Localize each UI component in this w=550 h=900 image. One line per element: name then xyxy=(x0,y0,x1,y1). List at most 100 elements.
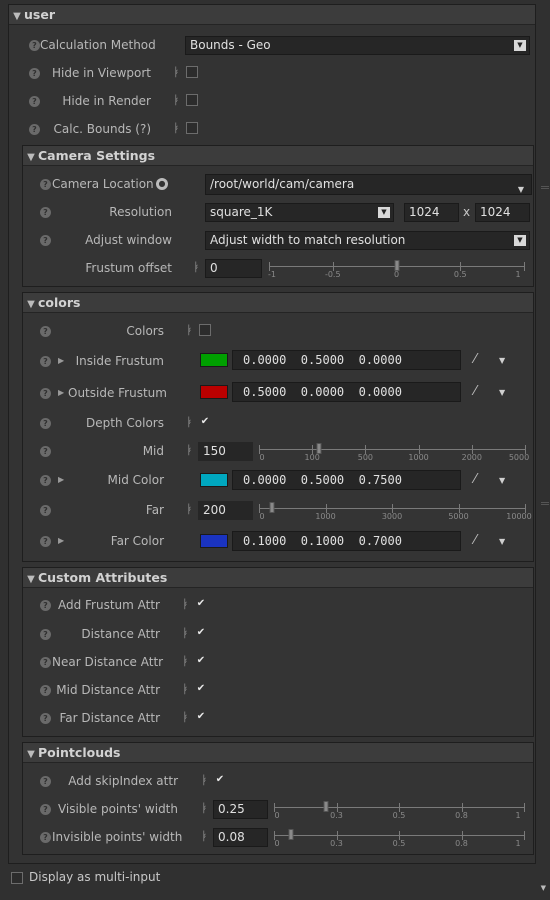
far-color-value[interactable]: 0.1000 0.1000 0.7000 xyxy=(232,531,461,551)
animation-key-icon[interactable]: ᛓ xyxy=(201,801,213,816)
pointclouds-header[interactable]: ▼ Pointclouds xyxy=(23,743,533,763)
colors-checkbox[interactable] xyxy=(199,324,211,336)
animation-key-icon[interactable]: ᛓ xyxy=(182,626,194,641)
slider-handle[interactable] xyxy=(288,829,294,840)
inside-frustum-value[interactable]: 0.0000 0.5000 0.0000 xyxy=(232,350,461,370)
colors-section-header[interactable]: ▼ colors xyxy=(23,293,533,313)
mid-distance-attr-checkbox[interactable]: ✔ xyxy=(195,683,207,695)
help-icon[interactable]: ? xyxy=(40,685,51,696)
frustum-offset-slider[interactable]: -1 -0.5 0 0.5 1 xyxy=(268,259,525,279)
inside-frustum-swatch[interactable] xyxy=(200,353,228,367)
animation-key-icon[interactable]: ᛓ xyxy=(173,121,185,136)
slider-handle[interactable] xyxy=(394,260,399,271)
color-picker-icon[interactable]: ⁄ xyxy=(474,533,476,548)
color-picker-icon[interactable]: ⁄ xyxy=(474,472,476,487)
help-icon[interactable]: ? xyxy=(40,418,51,429)
scrollbar-grip[interactable] xyxy=(541,186,549,189)
hide-render-checkbox[interactable] xyxy=(186,94,198,106)
animation-key-icon[interactable]: ᛓ xyxy=(182,654,194,669)
slider-track[interactable] xyxy=(259,449,525,450)
color-picker-icon[interactable]: ⁄ xyxy=(474,352,476,367)
near-distance-attr-checkbox[interactable]: ✔ xyxy=(195,655,207,667)
help-icon[interactable]: ? xyxy=(29,124,40,135)
color-picker-icon[interactable]: ⁄ xyxy=(474,384,476,399)
animation-key-icon[interactable]: ᛓ xyxy=(201,829,213,844)
mid-field[interactable]: 150 xyxy=(198,442,253,461)
outside-frustum-value[interactable]: 0.5000 0.0000 0.0000 xyxy=(232,382,461,402)
animation-key-icon[interactable]: ᛓ xyxy=(186,323,198,338)
collapse-triangle-icon[interactable]: ▼ xyxy=(24,295,38,315)
visible-points-width-field[interactable]: 0.25 xyxy=(213,800,268,819)
expand-triangle-icon[interactable]: ▶ xyxy=(58,536,64,545)
calc-bounds-checkbox[interactable] xyxy=(186,122,198,134)
help-icon[interactable]: ? xyxy=(40,179,51,190)
help-icon[interactable]: ? xyxy=(40,505,51,516)
depth-colors-checkbox[interactable]: ✔ xyxy=(199,416,211,428)
far-slider[interactable]: 0 1000 3000 5000 10000 xyxy=(259,501,532,521)
animation-key-icon[interactable]: ᛓ xyxy=(173,65,185,80)
outside-frustum-swatch[interactable] xyxy=(200,385,228,399)
hide-viewport-checkbox[interactable] xyxy=(186,66,198,78)
far-color-swatch[interactable] xyxy=(200,534,228,548)
help-icon[interactable]: ? xyxy=(40,446,51,457)
dropdown-arrow-icon[interactable]: ▼ xyxy=(499,537,505,546)
mid-color-swatch[interactable] xyxy=(200,473,228,487)
collapse-triangle-icon[interactable]: ▼ xyxy=(24,570,38,590)
scroll-down-icon[interactable]: ▼ xyxy=(541,884,546,892)
expand-triangle-icon[interactable]: ▶ xyxy=(58,356,64,365)
help-icon[interactable]: ? xyxy=(40,629,51,640)
help-icon[interactable]: ? xyxy=(40,207,51,218)
slider-handle[interactable] xyxy=(269,502,275,513)
help-icon[interactable]: ? xyxy=(40,804,51,815)
animation-key-icon[interactable]: ᛓ xyxy=(186,502,198,517)
far-field[interactable]: 200 xyxy=(198,501,253,520)
animation-key-icon[interactable]: ᛓ xyxy=(201,773,213,788)
animation-key-icon[interactable]: ᛓ xyxy=(186,415,198,430)
help-icon[interactable]: ? xyxy=(40,356,51,367)
invisible-points-width-slider[interactable]: 0 0.3 0.5 0.8 1 xyxy=(274,828,525,848)
help-icon[interactable]: ? xyxy=(29,96,40,107)
link-icon[interactable]: ● xyxy=(156,178,168,190)
far-distance-attr-checkbox[interactable]: ✔ xyxy=(195,711,207,723)
help-icon[interactable]: ? xyxy=(40,832,51,843)
animation-key-icon[interactable]: ᛓ xyxy=(182,682,194,697)
dropdown-arrow-icon[interactable]: ▼ xyxy=(499,356,505,365)
help-icon[interactable]: ? xyxy=(40,235,51,246)
dropdown-arrow-icon[interactable]: ▼ xyxy=(499,388,505,397)
resolution-height-field[interactable]: 1024 xyxy=(475,203,530,222)
collapse-triangle-icon[interactable]: ▼ xyxy=(24,745,38,765)
frustum-offset-field[interactable]: 0 xyxy=(205,259,262,278)
help-icon[interactable]: ? xyxy=(40,776,51,787)
visible-points-width-slider[interactable]: 0 0.3 0.5 0.8 1 xyxy=(274,800,525,820)
scrollbar-grip[interactable] xyxy=(541,502,549,505)
slider-handle[interactable] xyxy=(323,801,329,812)
collapse-triangle-icon[interactable]: ▼ xyxy=(10,7,24,27)
camera-location-field[interactable]: /root/world/cam/camera ▼ xyxy=(205,174,532,195)
help-icon[interactable]: ? xyxy=(40,536,51,547)
calc-method-dropdown[interactable]: Bounds - Geo ▼ xyxy=(185,36,530,55)
expand-triangle-icon[interactable]: ▶ xyxy=(58,388,64,397)
distance-attr-checkbox[interactable]: ✔ xyxy=(195,627,207,639)
help-icon[interactable]: ? xyxy=(40,388,51,399)
multi-input-checkbox[interactable] xyxy=(11,872,23,884)
help-icon[interactable]: ? xyxy=(29,68,40,79)
animation-key-icon[interactable]: ᛓ xyxy=(173,93,185,108)
adjust-window-dropdown[interactable]: Adjust width to match resolution ▼ xyxy=(205,231,530,250)
help-icon[interactable]: ? xyxy=(40,475,51,486)
animation-key-icon[interactable]: ᛓ xyxy=(193,260,205,275)
help-icon[interactable]: ? xyxy=(40,326,51,337)
animation-key-icon[interactable]: ᛓ xyxy=(182,710,194,725)
mid-slider[interactable]: 0 100 500 1000 2000 5000 xyxy=(259,442,529,462)
resolution-dropdown[interactable]: square_1K ▼ xyxy=(205,203,394,222)
mid-color-value[interactable]: 0.0000 0.5000 0.7500 xyxy=(232,470,461,490)
add-frustum-attr-checkbox[interactable]: ✔ xyxy=(195,598,207,610)
expand-triangle-icon[interactable]: ▶ xyxy=(58,475,64,484)
dropdown-arrow-icon[interactable]: ▼ xyxy=(499,476,505,485)
help-icon[interactable]: ? xyxy=(40,600,51,611)
camera-section-header[interactable]: ▼ Camera Settings xyxy=(23,146,533,166)
user-section-header[interactable]: ▼ user xyxy=(9,5,535,25)
slider-handle[interactable] xyxy=(316,443,322,454)
resolution-width-field[interactable]: 1024 xyxy=(404,203,459,222)
help-icon[interactable]: ? xyxy=(40,713,51,724)
collapse-triangle-icon[interactable]: ▼ xyxy=(24,148,38,168)
